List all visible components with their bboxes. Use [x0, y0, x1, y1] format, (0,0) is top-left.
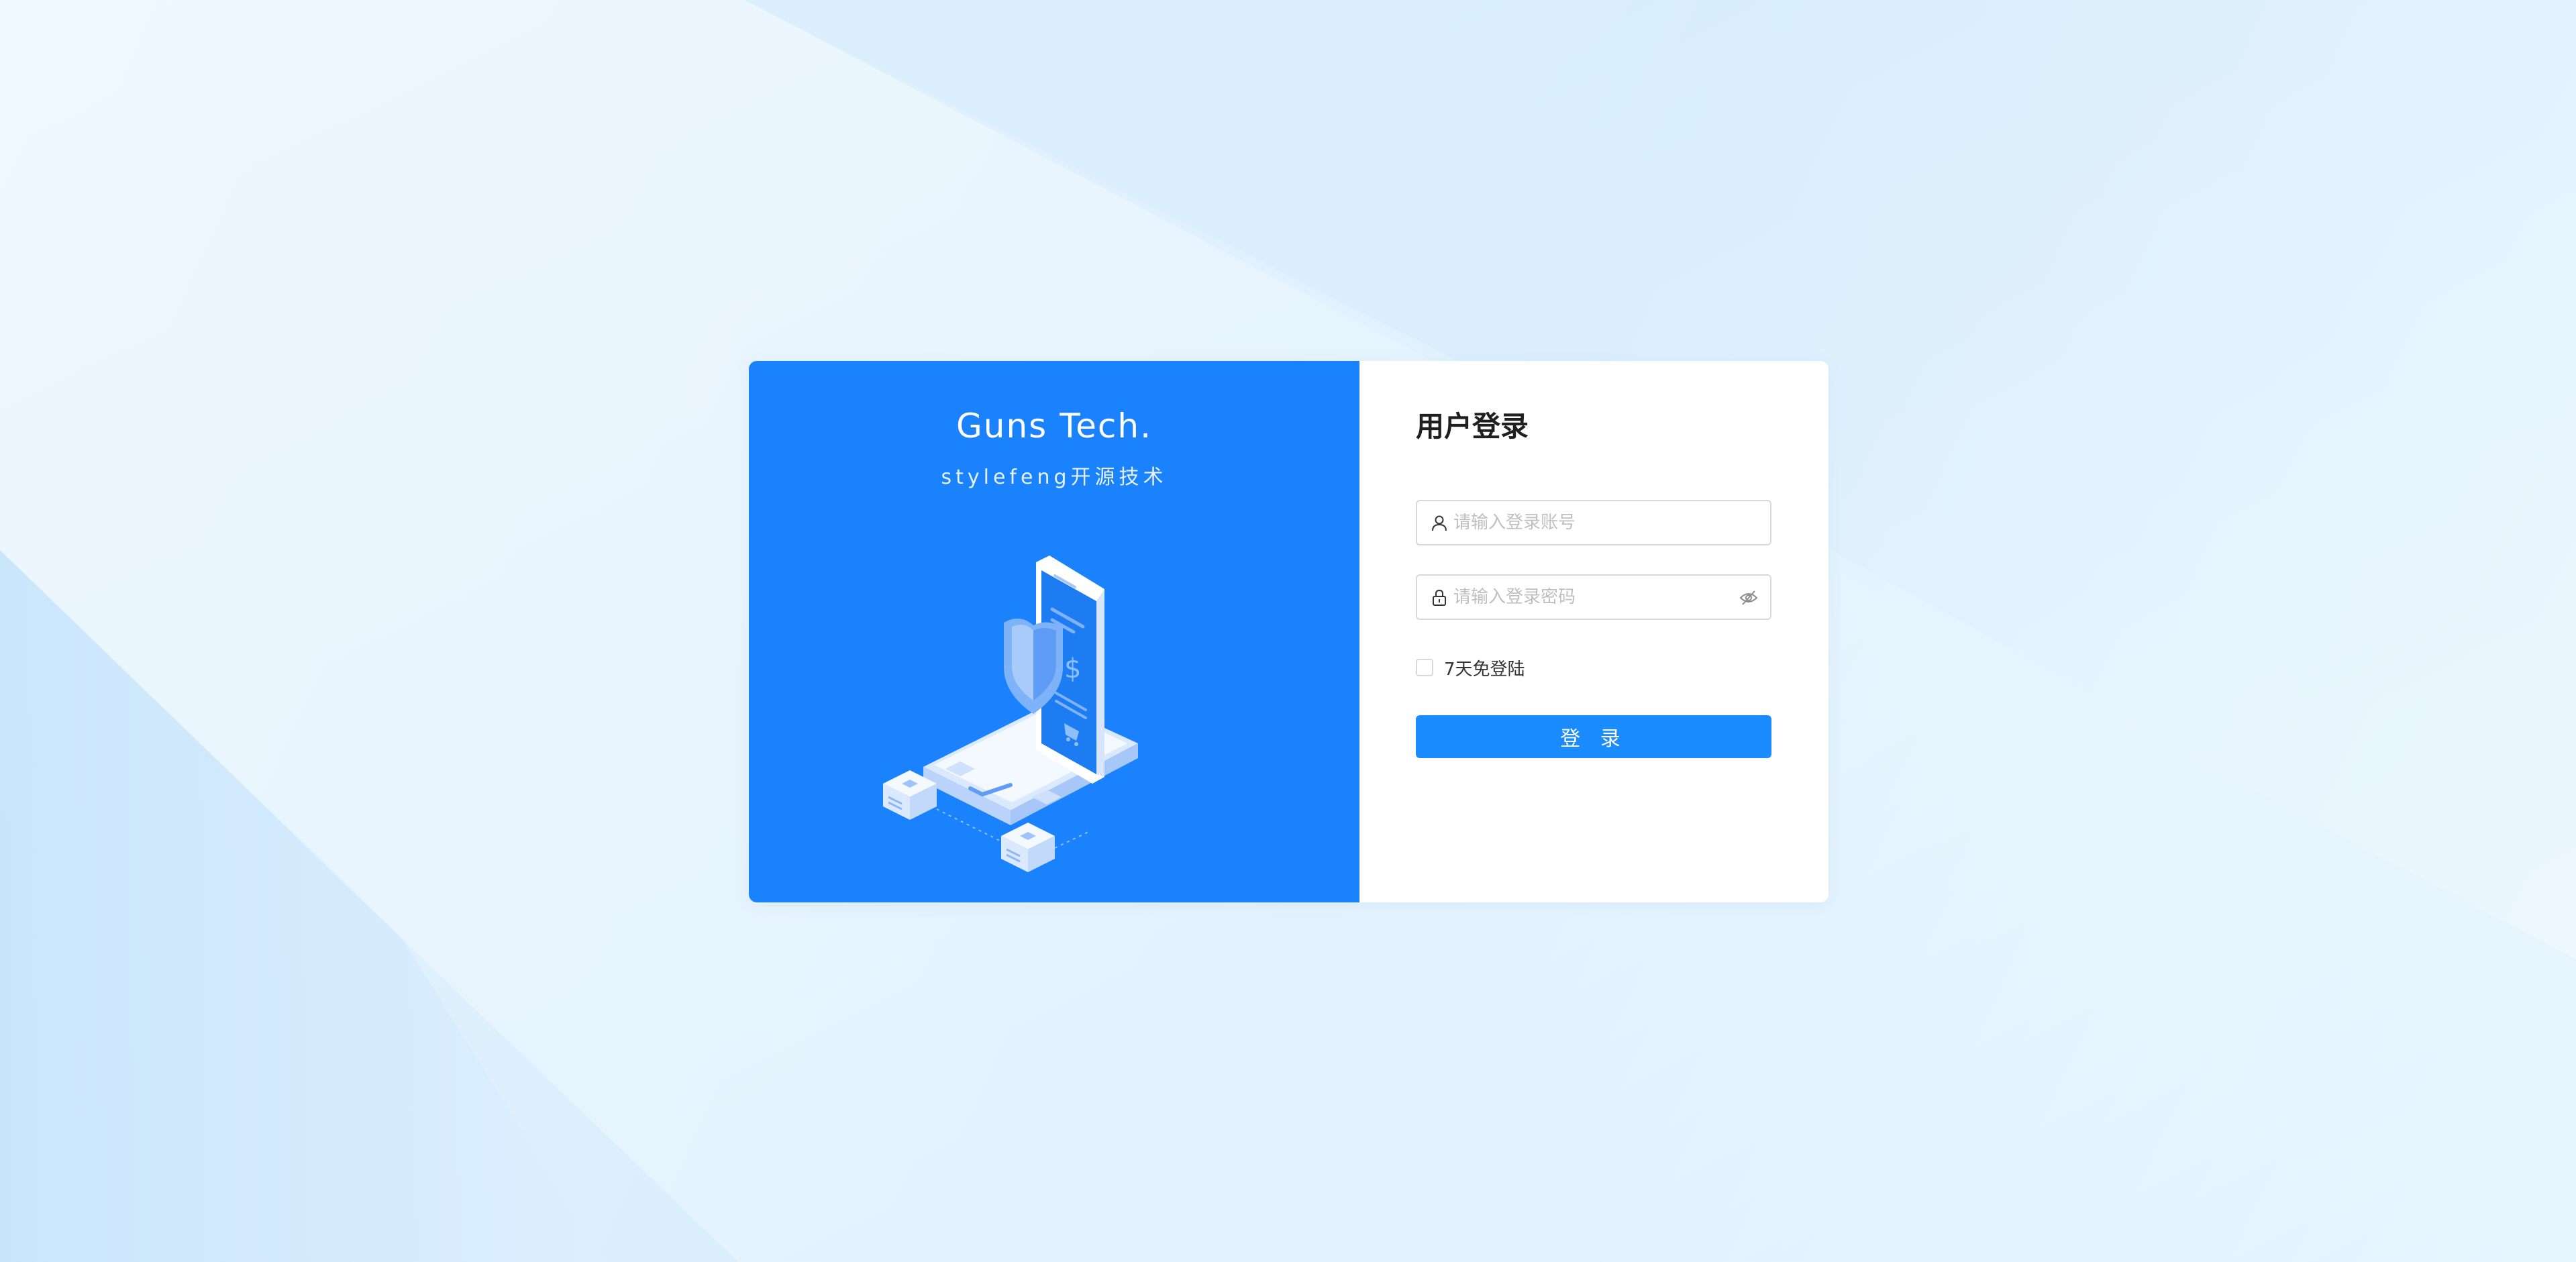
username-input[interactable]	[1453, 501, 1735, 544]
user-icon	[1432, 515, 1447, 531]
password-field[interactable]	[1416, 574, 1771, 620]
eye-invisible-icon[interactable]	[1739, 589, 1758, 607]
remember-label: 7天免登陆	[1444, 659, 1525, 680]
security-phone-illustration: $	[883, 556, 1138, 872]
login-page: Guns Tech. stylefeng开源技术 $ 用户登录 请输入登录账号 …	[0, 0, 2576, 1262]
brand-title: Guns Tech.	[956, 407, 1152, 445]
svg-text:$: $	[1064, 653, 1081, 684]
password-input[interactable]	[1453, 576, 1735, 619]
brand-panel: Guns Tech. stylefeng开源技术 $	[749, 361, 1359, 902]
remember-me[interactable]: 7天免登陆	[1416, 658, 1525, 680]
lock-icon	[1433, 589, 1446, 606]
login-button[interactable]: 登 录	[1416, 715, 1771, 758]
login-title: 用户登录	[1416, 410, 1529, 443]
login-form-panel: 用户登录 请输入登录账号 7天免登陆 登 录	[1359, 361, 1828, 902]
login-card: Guns Tech. stylefeng开源技术 $ 用户登录 请输入登录账号 …	[749, 361, 1828, 902]
remember-checkbox[interactable]	[1416, 659, 1433, 676]
username-field[interactable]	[1416, 500, 1771, 545]
brand-subtitle: stylefeng开源技术	[941, 466, 1168, 489]
